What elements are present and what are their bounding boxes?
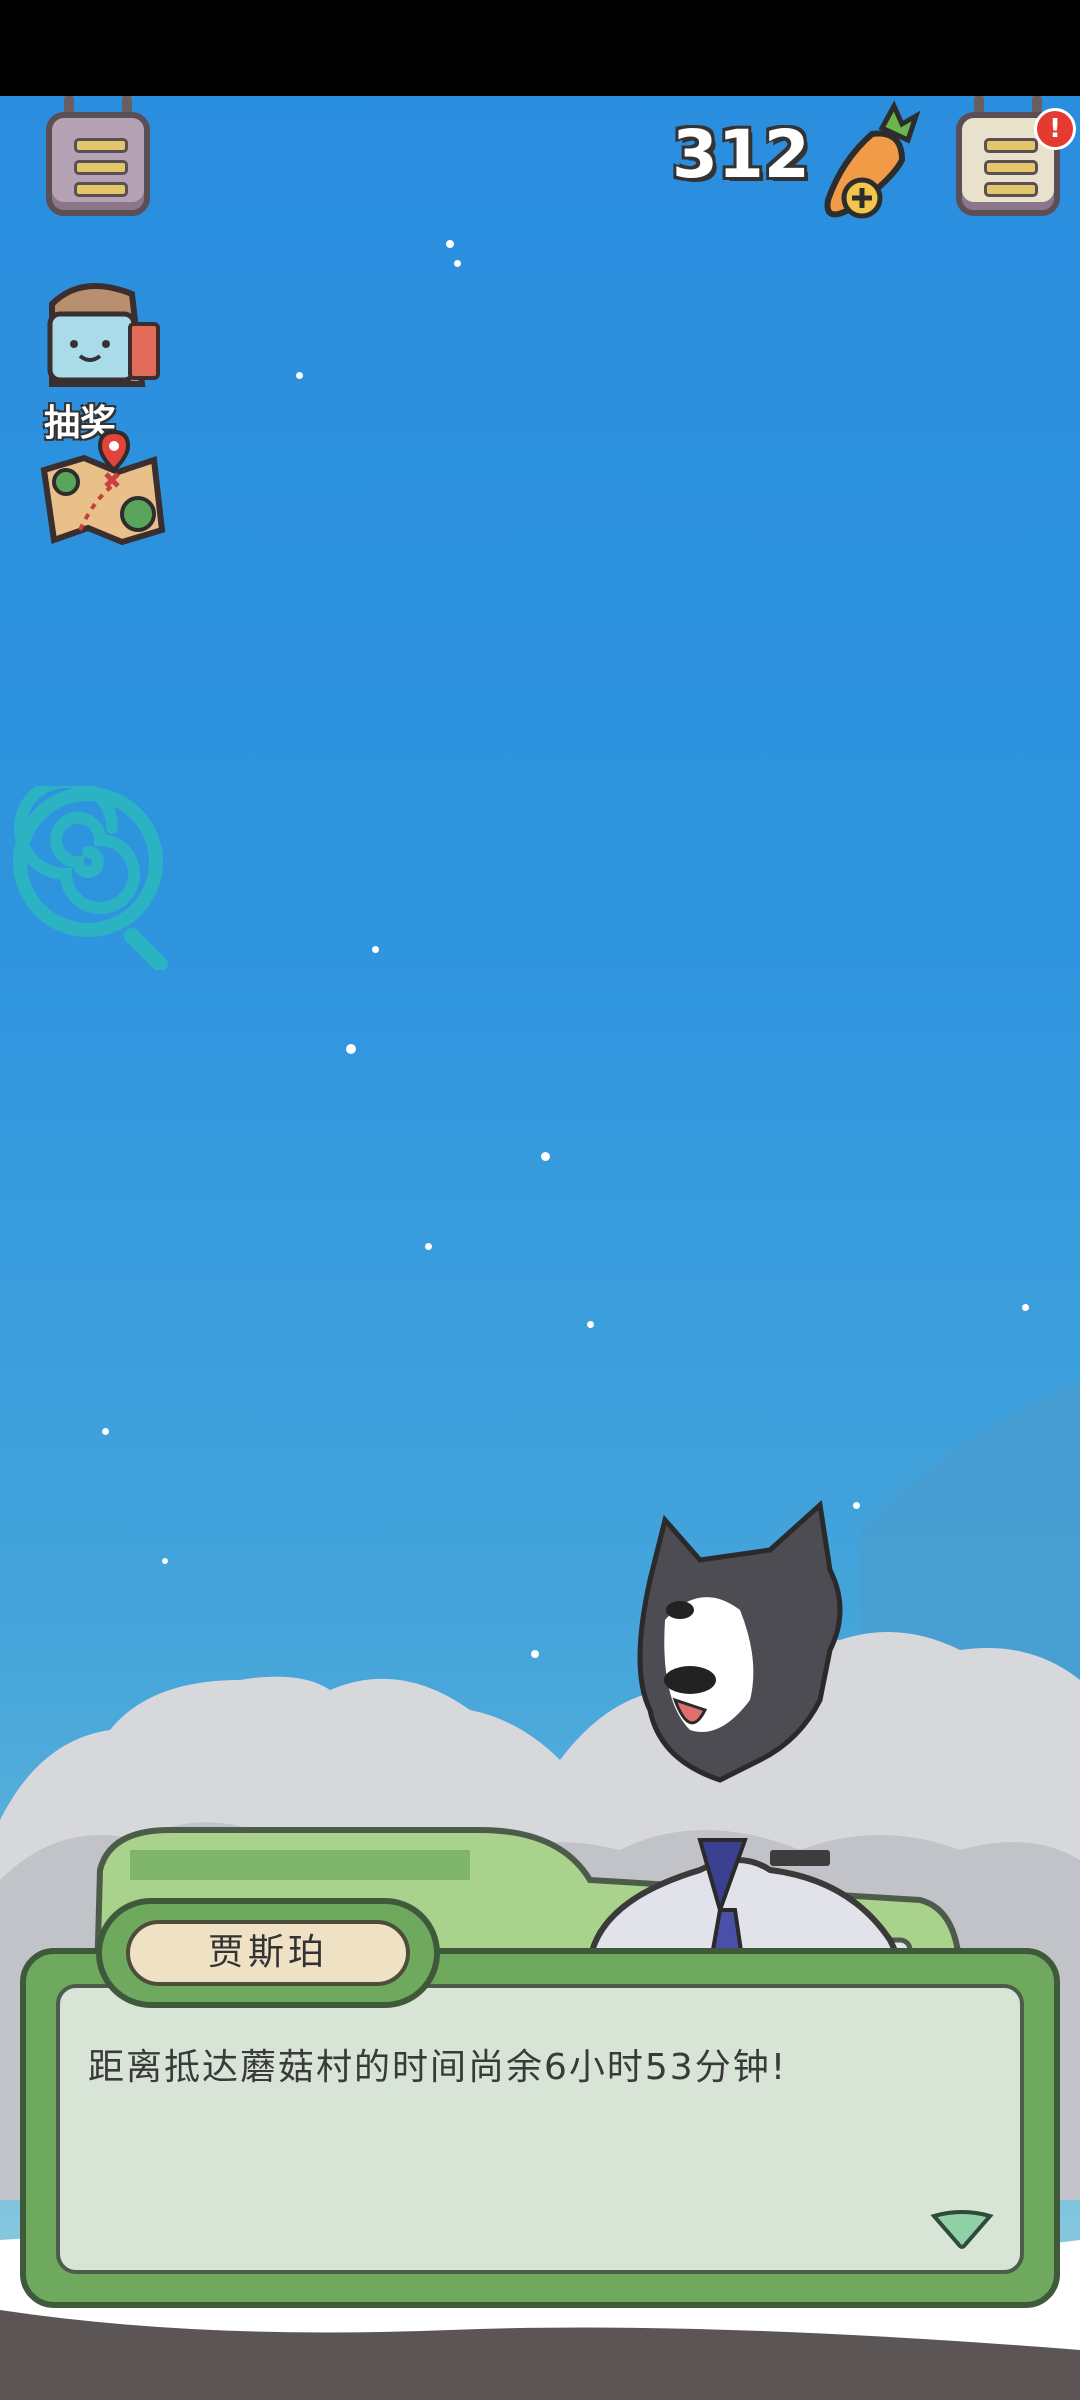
speaker-name: 贾斯珀 bbox=[126, 1920, 410, 1986]
star bbox=[454, 260, 461, 267]
star bbox=[446, 240, 454, 248]
menu-icon bbox=[46, 112, 150, 216]
star bbox=[372, 946, 379, 953]
status-bar bbox=[0, 0, 1080, 96]
notification-badge: ! bbox=[1034, 108, 1076, 150]
continue-arrow-icon[interactable] bbox=[930, 2210, 994, 2250]
star bbox=[1022, 1304, 1029, 1311]
star bbox=[346, 1044, 356, 1054]
speaker-name-tag: 贾斯珀 bbox=[96, 1898, 440, 2008]
spiral-lollipop-icon[interactable] bbox=[12, 786, 172, 970]
star bbox=[541, 1152, 550, 1161]
star bbox=[296, 372, 303, 379]
carrot-counter: 312 bbox=[672, 116, 810, 193]
lottery-box-icon[interactable] bbox=[32, 264, 168, 404]
dialog-message: 距离抵达蘑菇村的时间尚余6小时53分钟! bbox=[88, 2047, 788, 2088]
treasure-map-icon[interactable] bbox=[34, 430, 166, 560]
menu-button-left[interactable] bbox=[46, 96, 150, 216]
carrot-icon[interactable] bbox=[812, 100, 920, 224]
star bbox=[425, 1243, 432, 1250]
dialog-panel bbox=[56, 1984, 1024, 2274]
game-screen: 312 ! 抽奖 贾斯珀 距离抵达蘑菇村的时间尚余6小时53分钟! bbox=[0, 0, 1080, 2400]
star bbox=[587, 1321, 594, 1328]
